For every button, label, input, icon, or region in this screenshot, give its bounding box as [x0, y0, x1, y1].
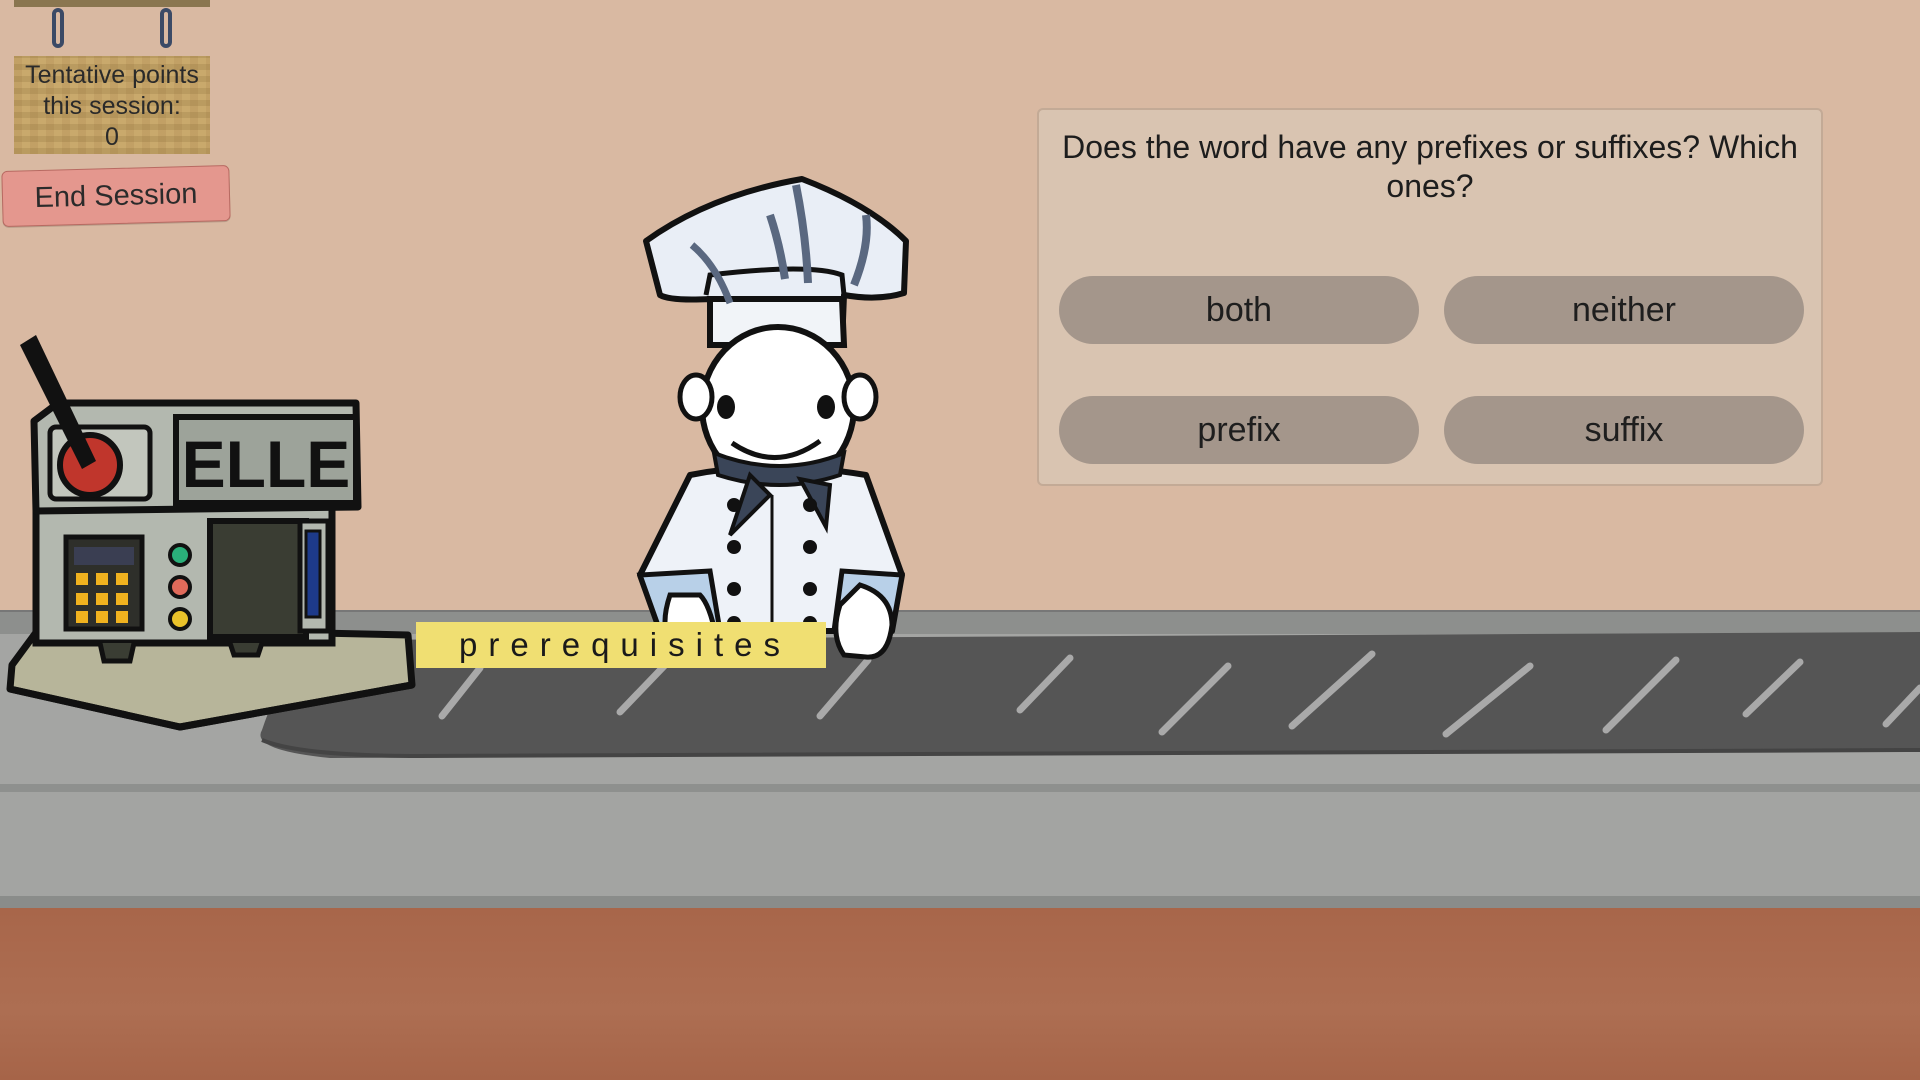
- machine-brand-text: ELLE: [182, 427, 351, 501]
- answer-button-neither[interactable]: neither: [1444, 276, 1804, 344]
- answer-button-suffix[interactable]: suffix: [1444, 396, 1804, 464]
- sign-chain-left: [52, 8, 64, 48]
- floor: [0, 908, 1920, 1080]
- answer-button-prefix[interactable]: prefix: [1059, 396, 1419, 464]
- elle-machine: ELLE: [6, 335, 416, 731]
- counter-front: [0, 784, 1920, 912]
- points-label-line1: Tentative points: [25, 61, 199, 89]
- chef-character: [636, 176, 909, 660]
- points-value: 0: [105, 123, 119, 151]
- answer-button-both[interactable]: both: [1059, 276, 1419, 344]
- counter-edge: [0, 896, 1920, 908]
- sign-hanger-plank: [14, 0, 210, 7]
- sign-chain-right: [160, 8, 172, 48]
- word-label: prerequisites: [416, 622, 826, 668]
- question-panel: Does the word have any prefixes or suffi…: [1037, 108, 1823, 486]
- points-label-line2: this session:: [43, 92, 181, 120]
- question-text: Does the word have any prefixes or suffi…: [1062, 129, 1798, 204]
- points-sign: Tentative points this session: 0: [14, 56, 210, 154]
- end-session-button[interactable]: End Session: [1, 165, 231, 227]
